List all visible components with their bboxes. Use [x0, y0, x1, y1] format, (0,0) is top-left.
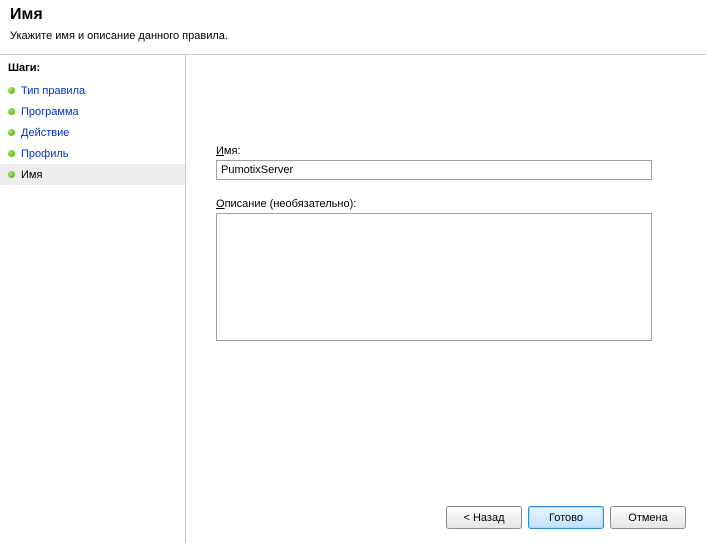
step-rule-type[interactable]: Тип правила	[0, 80, 185, 101]
page-title: Имя	[10, 6, 696, 24]
page-subtitle: Укажите имя и описание данного правила.	[10, 30, 696, 42]
description-input[interactable]	[216, 213, 652, 341]
step-profile[interactable]: Профиль	[0, 143, 185, 164]
desc-label-post: писание (необязательно):	[225, 198, 357, 210]
step-action[interactable]: Действие	[0, 122, 185, 143]
wizard-buttons: < Назад Готово Отмена	[446, 506, 686, 529]
step-label: Тип правила	[21, 85, 85, 97]
name-input[interactable]	[216, 160, 652, 180]
finish-button[interactable]: Готово	[528, 506, 604, 529]
cancel-button[interactable]: Отмена	[610, 506, 686, 529]
step-program[interactable]: Программа	[0, 101, 185, 122]
step-label: Имя	[21, 169, 42, 181]
step-label: Программа	[21, 106, 79, 118]
step-label: Профиль	[21, 148, 69, 160]
step-label: Действие	[21, 127, 69, 139]
steps-header: Шаги:	[0, 59, 185, 80]
steps-sidebar: Шаги: Тип правила Программа Действие Про…	[0, 55, 186, 543]
wizard-body: Шаги: Тип правила Программа Действие Про…	[0, 55, 706, 543]
bullet-icon	[8, 129, 15, 136]
bullet-icon	[8, 108, 15, 115]
name-label-post: мя:	[224, 145, 241, 157]
bullet-icon	[8, 150, 15, 157]
name-label: Имя:	[216, 145, 676, 157]
bullet-icon	[8, 87, 15, 94]
back-button[interactable]: < Назад	[446, 506, 522, 529]
description-label: Описание (необязательно):	[216, 198, 676, 210]
description-field-group: Описание (необязательно):	[216, 198, 676, 344]
step-name[interactable]: Имя	[0, 164, 185, 185]
wizard-main: Имя: Описание (необязательно): < Назад Г…	[186, 55, 706, 543]
bullet-icon	[8, 171, 15, 178]
name-field-group: Имя:	[216, 145, 676, 180]
desc-label-accel: О	[216, 198, 225, 210]
wizard-header: Имя Укажите имя и описание данного прави…	[0, 0, 706, 55]
name-label-accel: И	[216, 145, 224, 157]
